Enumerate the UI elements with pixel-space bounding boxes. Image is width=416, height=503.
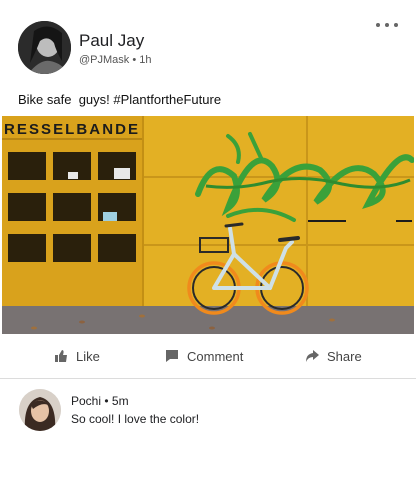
share-button[interactable]: Share [305, 334, 362, 378]
post-time: 1h [139, 54, 152, 66]
like-label: Like [76, 348, 100, 364]
action-bar: Like Comment Share [0, 334, 416, 378]
wall-sign-text: RESSELBANDE [4, 121, 138, 138]
commenter-avatar[interactable] [19, 389, 61, 431]
author-handle[interactable]: @PJMask [79, 54, 129, 66]
meta-separator: • [132, 54, 137, 66]
share-arrow-icon [306, 350, 319, 362]
comment-time: 5m [111, 394, 129, 408]
author-meta: @PJMask • 1h [79, 54, 152, 66]
comment-meta: Pochi • 5m [71, 394, 129, 408]
share-label: Share [327, 348, 362, 364]
author-avatar[interactable] [18, 21, 71, 74]
comment-label: Comment [187, 348, 244, 364]
post-text: Bike safe guys! #PlantfortheFuture [18, 92, 222, 107]
like-button[interactable]: Like [54, 334, 100, 378]
comment: Pochi • 5m So cool! I love the color! [0, 380, 416, 440]
commenter-name[interactable]: Pochi [71, 394, 101, 408]
meta-separator: • [104, 394, 109, 408]
post-card: Paul Jay @PJMask • 1h Bike safe guys! #P… [0, 0, 416, 379]
thumbs-up-icon [55, 350, 67, 362]
more-options-icon[interactable] [376, 19, 398, 31]
author-name[interactable]: Paul Jay [79, 31, 144, 51]
comment-icon [166, 350, 178, 362]
comment-button[interactable]: Comment [165, 334, 243, 378]
comment-text: So cool! I love the color! [71, 412, 200, 426]
post-image[interactable]: RESSELBANDE [2, 116, 414, 334]
